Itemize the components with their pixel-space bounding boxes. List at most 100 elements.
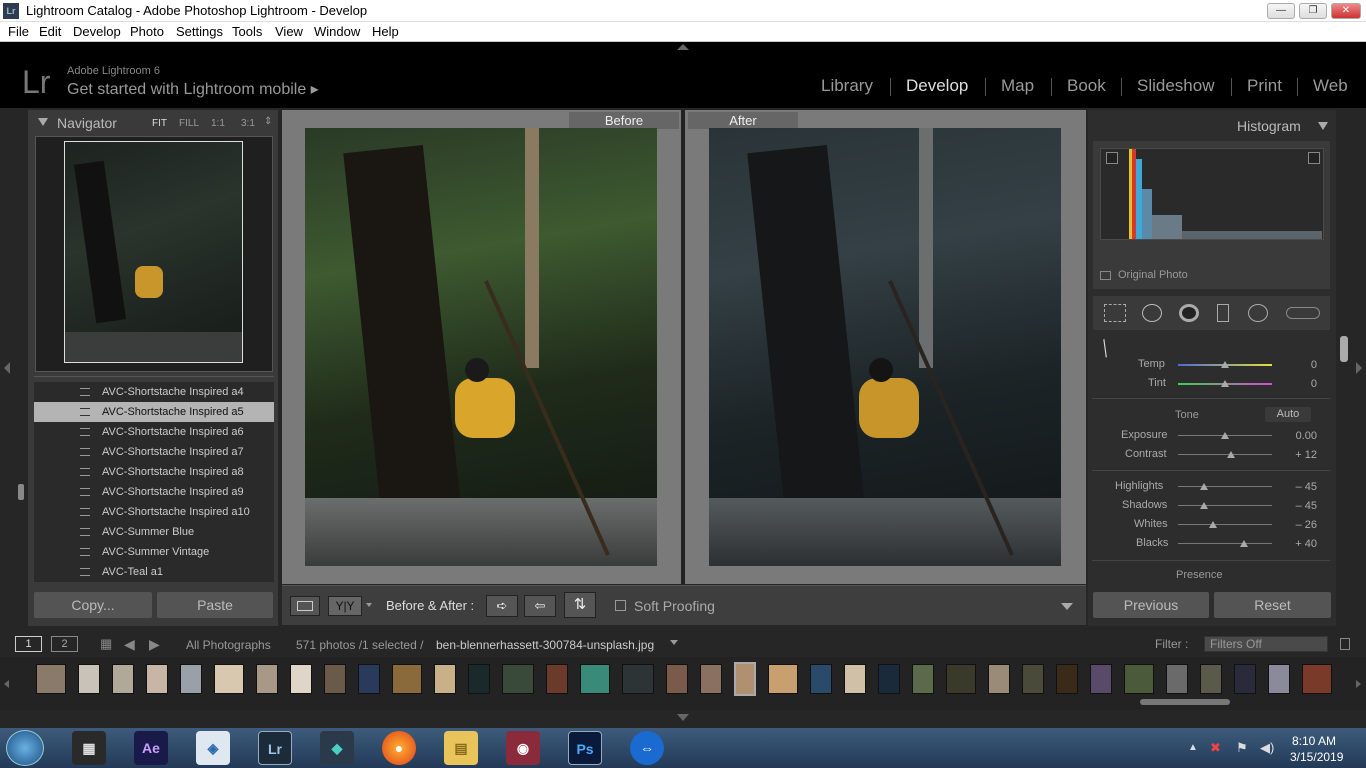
- preset-item[interactable]: AVC-Summer Blue: [34, 522, 274, 542]
- zoom-fit[interactable]: FIT: [152, 118, 167, 129]
- highlight-clipping-icon[interactable]: [1308, 152, 1320, 164]
- spot-removal-icon[interactable]: [1142, 304, 1162, 322]
- menu-tools[interactable]: Tools: [232, 24, 262, 39]
- media-player-icon[interactable]: ▦: [72, 731, 106, 765]
- swap-before-after-icon[interactable]: ⇅: [564, 592, 596, 618]
- mobile-promo-link[interactable]: Get started with Lightroom mobile ▸: [67, 79, 319, 99]
- filmstrip-scrollbar[interactable]: [1140, 699, 1230, 705]
- filmstrip-thumbnail[interactable]: [546, 664, 568, 694]
- action-center-icon[interactable]: ⚑: [1236, 740, 1248, 756]
- filmstrip-thumbnail[interactable]: [1056, 664, 1078, 694]
- module-print[interactable]: Print: [1247, 76, 1282, 96]
- preset-item[interactable]: AVC-Teal a1: [34, 562, 274, 582]
- volume-icon[interactable]: ◀): [1260, 740, 1274, 756]
- filmstrip-thumbnail[interactable]: [988, 664, 1010, 694]
- start-button[interactable]: [6, 730, 44, 766]
- preset-item[interactable]: AVC-Shortstache Inspired a8: [34, 462, 274, 482]
- menu-view[interactable]: View: [275, 24, 303, 39]
- menu-help[interactable]: Help: [372, 24, 399, 39]
- preset-item[interactable]: AVC-Shortstache Inspired a6: [34, 422, 274, 442]
- preset-item-selected[interactable]: AVC-Shortstache Inspired a5: [34, 402, 274, 422]
- adjustment-brush-icon[interactable]: [1286, 307, 1320, 319]
- soft-proofing-checkbox[interactable]: [615, 600, 626, 611]
- filename-dropdown-icon[interactable]: [670, 640, 678, 645]
- filmstrip-thumbnail[interactable]: [256, 664, 278, 694]
- firefox-icon[interactable]: ●: [382, 731, 416, 765]
- temp-knob[interactable]: [1221, 361, 1229, 368]
- filmstrip-thumbnail[interactable]: [1302, 664, 1332, 694]
- zoom-3-1[interactable]: 3:1: [241, 118, 255, 129]
- lightroom-taskbar-icon[interactable]: Lr: [258, 731, 292, 765]
- menu-photo[interactable]: Photo: [130, 24, 164, 39]
- menu-window[interactable]: Window: [314, 24, 360, 39]
- filter-lock-icon[interactable]: [1340, 638, 1350, 650]
- highlights-value[interactable]: – 45: [1277, 481, 1317, 493]
- radial-filter-icon[interactable]: [1248, 304, 1268, 322]
- copy-button[interactable]: Copy...: [34, 592, 152, 618]
- filmstrip-thumbnail[interactable]: [878, 664, 900, 694]
- navigator-collapse-icon[interactable]: [38, 118, 48, 126]
- left-scrollbar[interactable]: [18, 484, 24, 500]
- filmstrip-thumbnail[interactable]: [810, 664, 832, 694]
- crop-icon[interactable]: [1104, 304, 1126, 322]
- filmstrip-thumbnail[interactable]: [1234, 664, 1256, 694]
- before-photo[interactable]: [305, 128, 657, 566]
- module-web[interactable]: Web: [1313, 76, 1348, 96]
- preset-item[interactable]: AVC-Shortstache Inspired a7: [34, 442, 274, 462]
- filmora-icon[interactable]: ◆: [320, 731, 354, 765]
- photoshop-icon[interactable]: Ps: [568, 731, 602, 765]
- filmstrip-thumbnail[interactable]: [36, 664, 66, 694]
- filmstrip-thumbnail[interactable]: [78, 664, 100, 694]
- highlights-slider[interactable]: [1178, 486, 1272, 487]
- filmstrip-thumbnail[interactable]: [392, 664, 422, 694]
- contrast-value[interactable]: + 12: [1277, 449, 1317, 461]
- shadows-slider[interactable]: [1178, 505, 1272, 506]
- preset-item[interactable]: AVC-Summer Vintage: [34, 542, 274, 562]
- filmstrip-thumbnail[interactable]: [434, 664, 456, 694]
- contrast-knob[interactable]: [1226, 451, 1235, 458]
- filmstrip-thumbnail[interactable]: [502, 664, 534, 694]
- blacks-knob[interactable]: [1239, 540, 1248, 547]
- filmstrip-left-icon[interactable]: [4, 680, 9, 688]
- reset-button[interactable]: Reset: [1214, 592, 1331, 618]
- collapse-right-icon[interactable]: [1356, 362, 1362, 374]
- paste-button[interactable]: Paste: [157, 592, 273, 618]
- filmstrip-thumbnail[interactable]: [468, 664, 490, 694]
- menu-edit[interactable]: Edit: [39, 24, 61, 39]
- network-icon[interactable]: ✖: [1210, 740, 1221, 756]
- whites-slider[interactable]: [1178, 524, 1272, 525]
- tray-expand-icon[interactable]: ▲: [1188, 742, 1198, 753]
- whites-knob[interactable]: [1208, 521, 1217, 528]
- red-eye-icon[interactable]: [1179, 304, 1199, 322]
- navigator-preview[interactable]: [35, 136, 273, 372]
- filmstrip-thumbnail[interactable]: [1166, 664, 1188, 694]
- grid-view-icon[interactable]: ▦: [100, 637, 114, 651]
- histogram-collapse-icon[interactable]: [1318, 122, 1328, 130]
- filmstrip-right-icon[interactable]: [1356, 680, 1361, 688]
- filmstrip-thumbnail[interactable]: [700, 664, 722, 694]
- filmstrip-thumbnail[interactable]: [1268, 664, 1290, 694]
- minimize-button[interactable]: —: [1267, 3, 1295, 19]
- blacks-value[interactable]: + 40: [1277, 538, 1317, 550]
- filmstrip-thumbnail[interactable]: [1200, 664, 1222, 694]
- collapse-top-icon[interactable]: [677, 44, 689, 50]
- histogram-graph[interactable]: [1100, 148, 1324, 240]
- shadows-value[interactable]: – 45: [1277, 500, 1317, 512]
- back-arrow-icon[interactable]: ◀: [124, 636, 135, 653]
- filmstrip-thumbnail[interactable]: [912, 664, 934, 694]
- menu-file[interactable]: File: [8, 24, 29, 39]
- filmstrip-thumbnail[interactable]: [1124, 664, 1154, 694]
- explorer-icon[interactable]: ▤: [444, 731, 478, 765]
- filmstrip-thumbnail[interactable]: [146, 664, 168, 694]
- filmstrip-thumbnail[interactable]: [324, 664, 346, 694]
- temp-value[interactable]: 0: [1277, 359, 1317, 371]
- app-diamond-icon[interactable]: ◈: [196, 731, 230, 765]
- module-library[interactable]: Library: [821, 76, 873, 96]
- after-effects-icon[interactable]: Ae: [134, 731, 168, 765]
- module-slideshow[interactable]: Slideshow: [1137, 76, 1215, 96]
- whites-value[interactable]: – 26: [1277, 519, 1317, 531]
- clock-time[interactable]: 8:10 AM: [1292, 734, 1336, 748]
- filmstrip-thumbnail[interactable]: [214, 664, 244, 694]
- before-after-view-button[interactable]: Y|Y: [328, 596, 362, 616]
- module-book[interactable]: Book: [1067, 76, 1106, 96]
